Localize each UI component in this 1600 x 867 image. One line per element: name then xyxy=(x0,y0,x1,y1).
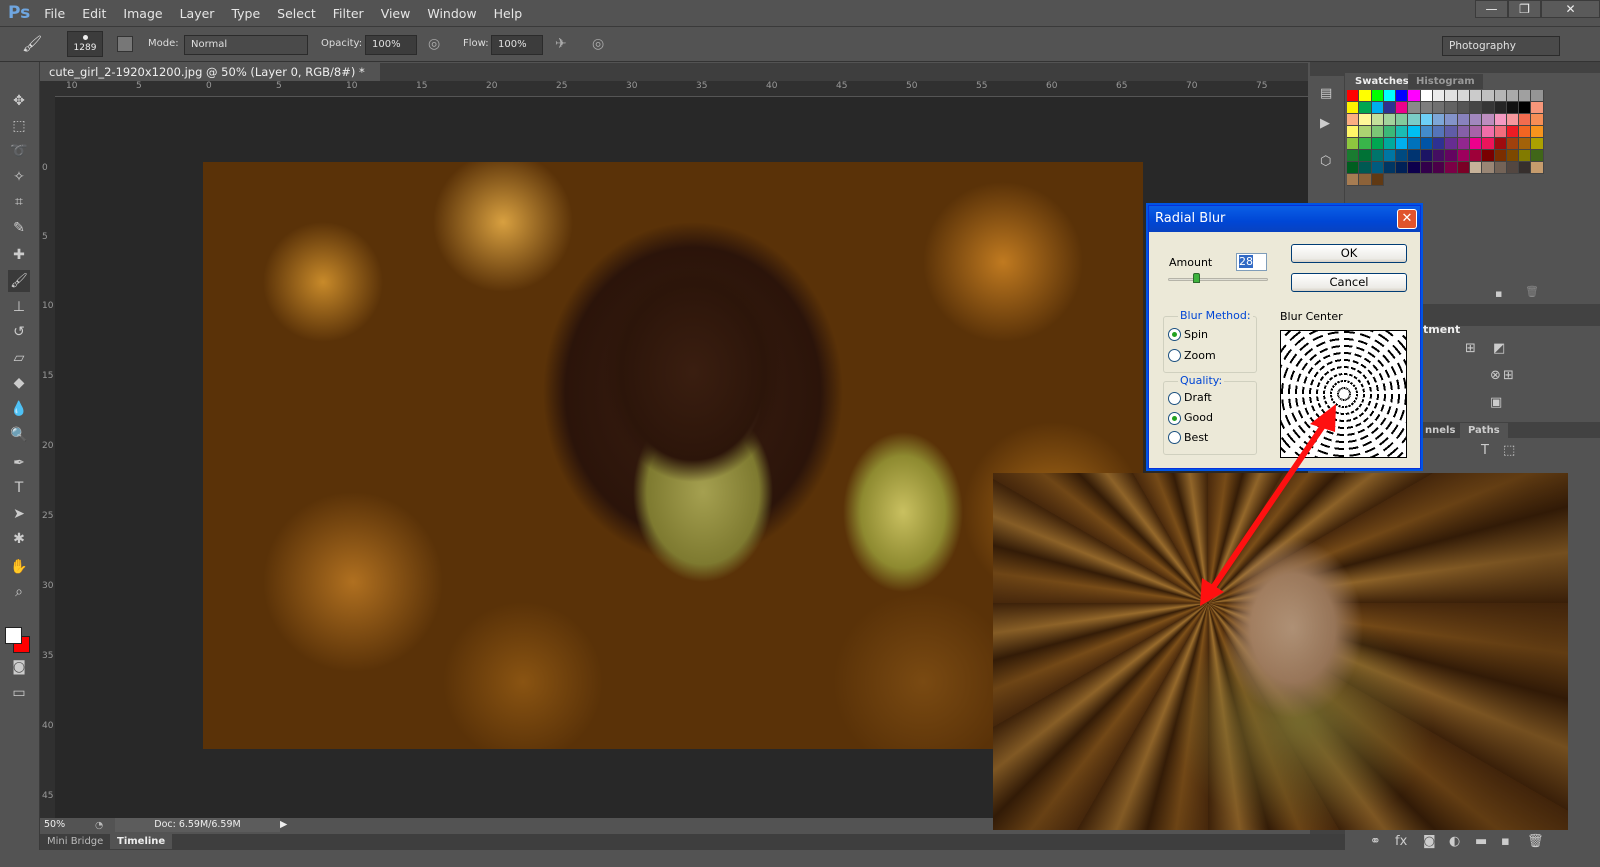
add-mask-icon[interactable]: ◙ xyxy=(1423,834,1436,849)
link-layers-icon[interactable]: ⚭ xyxy=(1370,834,1381,849)
status-menu-arrow-icon[interactable]: ▶ xyxy=(280,818,287,832)
bottom-panel-tabs: Mini Bridge Timeline xyxy=(40,834,1345,850)
delete-layer-icon[interactable]: 🗑 xyxy=(1527,834,1544,849)
fx-icon[interactable]: fx xyxy=(1395,834,1407,849)
arrow-line xyxy=(1207,417,1330,595)
proof-icon[interactable]: ◔ xyxy=(95,819,103,833)
new-layer-icon[interactable]: ▪ xyxy=(1501,834,1510,849)
tab-mini-bridge[interactable]: Mini Bridge xyxy=(47,836,103,847)
annotation-arrow xyxy=(1200,404,1336,606)
zoom-level[interactable]: 50% xyxy=(44,819,65,830)
tab-timeline[interactable]: Timeline xyxy=(110,834,173,849)
layers-panel-footer: ⚭ fx ◙ ◐ ▬ ▪ 🗑 xyxy=(1345,834,1600,850)
adjustment-layer-icon[interactable]: ◐ xyxy=(1449,834,1460,849)
new-group-icon[interactable]: ▬ xyxy=(1475,834,1487,849)
arrow-head-top xyxy=(1310,404,1336,432)
doc-size: Doc: 6.59M/6.59M xyxy=(115,818,280,832)
arrow-head-bottom xyxy=(1200,578,1224,606)
status-bar: 50% ◔ Doc: 6.59M/6.59M ▶ xyxy=(40,818,290,832)
